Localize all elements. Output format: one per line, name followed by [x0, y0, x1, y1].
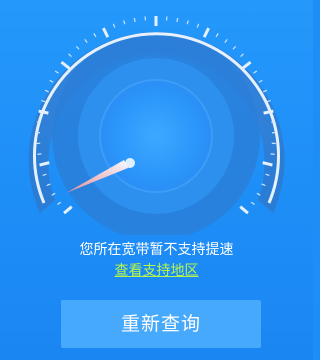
gauge-minor-tick [176, 17, 179, 23]
gauge-minor-tick [123, 20, 126, 25]
gauge-tick [102, 27, 110, 38]
gauge-tick [60, 60, 71, 70]
gauge-minor-tick [250, 201, 255, 205]
gauge-minor-tick [133, 17, 136, 23]
gauge-minor-tick [232, 45, 237, 50]
gauge-minor-tick [196, 23, 200, 28]
gauge-minor-tick [270, 153, 275, 155]
gauge-minor-tick [93, 33, 97, 38]
gauge-minor-tick [44, 89, 49, 93]
gauge-tick [63, 205, 73, 215]
gauge-minor-tick [49, 79, 54, 83]
gauge-tick [263, 109, 274, 115]
view-supported-areas-link[interactable]: 查看支持地区 [0, 261, 313, 281]
gauge-minor-tick [68, 53, 72, 58]
speedup-panel: 您所在宽带暂不支持提速 查看支持地区 重新查询 [0, 0, 313, 360]
gauge-minor-tick [37, 153, 42, 155]
gauge-minor-tick [253, 70, 258, 74]
gauge-minor-tick [215, 33, 219, 38]
gauge-minor-tick [112, 23, 116, 28]
gauge-tick [38, 109, 49, 115]
gauge-tick [202, 27, 210, 38]
gauge-minor-tick [57, 201, 62, 205]
gauge-minor-tick [256, 192, 261, 196]
speed-gauge [28, 16, 285, 235]
requery-button[interactable]: 重新查询 [61, 300, 261, 348]
gauge-minor-tick [224, 39, 228, 43]
gauge-minor-tick [240, 53, 244, 58]
unsupported-message: 您所在宽带暂不支持提速 [79, 242, 234, 258]
gauge-minor-tick [186, 20, 189, 25]
gauge-tick [239, 205, 249, 215]
gauge-minor-tick [54, 70, 59, 74]
gauge-minor-tick [75, 45, 80, 50]
gauge-minor-tick [84, 39, 88, 43]
gauge-minor-tick [258, 79, 263, 83]
gauge-needle-hub [125, 158, 135, 168]
gauge-tick [241, 60, 252, 70]
